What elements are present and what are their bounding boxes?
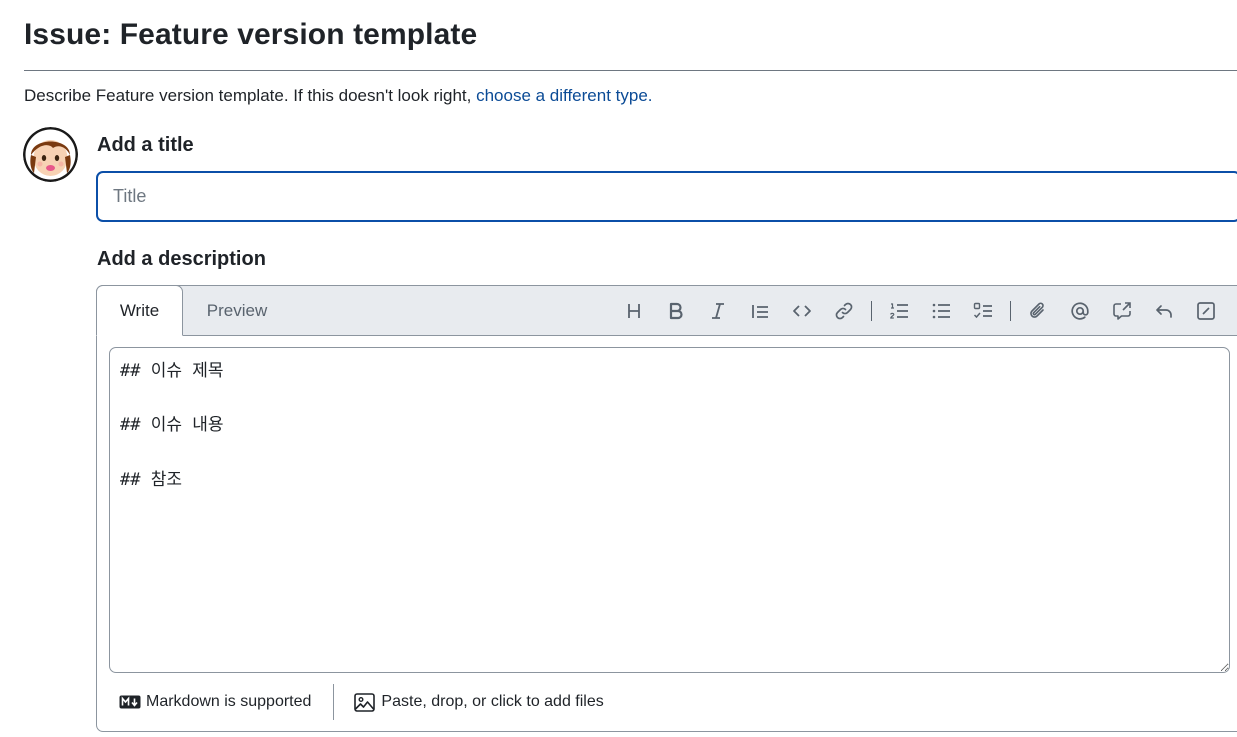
- description-text: Describe Feature version template. If th…: [24, 86, 477, 105]
- title-divider: [24, 70, 1237, 71]
- ordered-list-button[interactable]: [878, 295, 920, 327]
- reference-button[interactable]: [1101, 295, 1143, 327]
- choose-different-type-link[interactable]: choose a different type.: [476, 86, 652, 105]
- toolbar-divider: [1010, 301, 1011, 321]
- heading-button[interactable]: [613, 295, 655, 327]
- bold-icon: [669, 302, 683, 320]
- avatar-image: [23, 127, 78, 182]
- page-title: Issue: Feature version template: [24, 18, 478, 51]
- image-icon: [354, 692, 376, 712]
- italic-icon: [712, 303, 724, 319]
- tab-write[interactable]: Write: [96, 285, 183, 336]
- fullscreen-icon: [1197, 302, 1215, 320]
- heading-icon: [628, 304, 640, 318]
- mention-icon: [1071, 302, 1089, 320]
- bold-button[interactable]: [655, 295, 697, 327]
- avatar: [23, 127, 78, 182]
- editor-footer: Markdown is supported Paste, drop, or cl…: [97, 682, 1237, 722]
- add-files-label: Paste, drop, or click to add files: [381, 693, 604, 710]
- markdown-icon: [119, 695, 141, 709]
- unordered-list-button[interactable]: [920, 295, 962, 327]
- markdown-supported-label: Markdown is supported: [146, 693, 312, 710]
- title-label: Add a title: [97, 134, 194, 156]
- template-description: Describe Feature version template. If th…: [24, 86, 653, 106]
- unordered-list-icon: [932, 303, 950, 319]
- undo-button[interactable]: [1143, 295, 1185, 327]
- fullscreen-button[interactable]: [1185, 295, 1227, 327]
- editor-header: Write Preview: [96, 285, 1237, 336]
- italic-button[interactable]: [697, 295, 739, 327]
- ordered-list-icon: [890, 303, 908, 319]
- task-list-icon: [973, 302, 992, 319]
- attach-file-button[interactable]: [1017, 295, 1059, 327]
- footer-divider: [333, 684, 335, 720]
- markdown-editor: Write Preview ## 이슈 제목 ## 이슈 내용 ## 참조 Ma…: [96, 285, 1237, 732]
- description-textarea[interactable]: ## 이슈 제목 ## 이슈 내용 ## 참조: [109, 347, 1230, 673]
- add-files-button[interactable]: Paste, drop, or click to add files: [354, 692, 604, 712]
- link-icon: [835, 302, 853, 320]
- code-button[interactable]: [781, 295, 823, 327]
- undo-icon: [1156, 305, 1172, 318]
- toolbar-divider: [871, 301, 872, 321]
- description-label: Add a description: [97, 248, 266, 270]
- quote-button[interactable]: [739, 295, 781, 327]
- code-icon: [793, 305, 811, 317]
- quote-icon: [752, 305, 768, 318]
- markdown-supported-link[interactable]: Markdown is supported: [119, 693, 311, 711]
- tab-preview[interactable]: Preview: [189, 285, 285, 336]
- attach-icon: [1030, 302, 1044, 318]
- title-input[interactable]: [96, 171, 1237, 222]
- formatting-toolbar: [613, 286, 1227, 336]
- reference-icon: [1113, 302, 1131, 320]
- link-button[interactable]: [823, 295, 865, 327]
- task-list-button[interactable]: [962, 295, 1004, 327]
- mention-button[interactable]: [1059, 295, 1101, 327]
